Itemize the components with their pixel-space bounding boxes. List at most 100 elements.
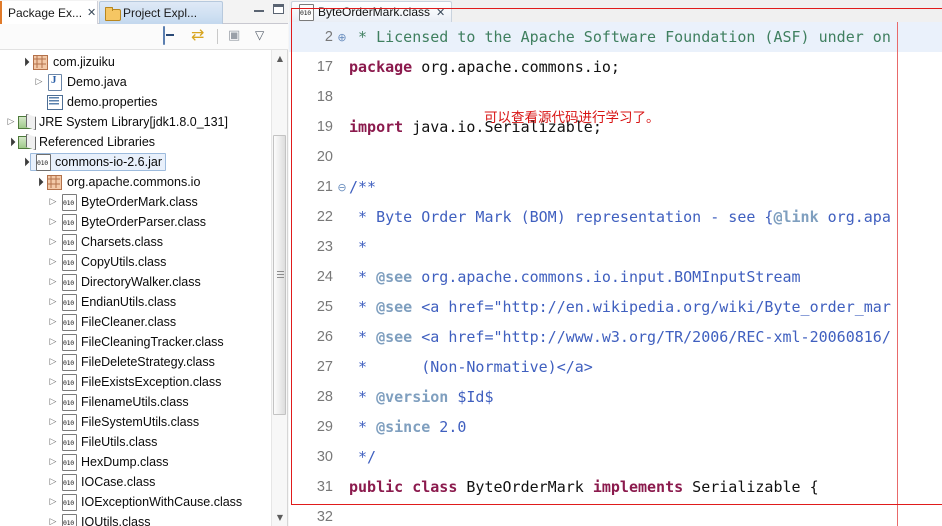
code-line[interactable]: 25 * @see <a href="http://en.wikipedia.o… <box>289 292 942 322</box>
code-line[interactable]: 17 package org.apache.commons.io; <box>289 52 942 82</box>
tree-item-label: DirectoryWalker.class <box>81 275 201 289</box>
line-number: 23 <box>316 239 333 255</box>
tab-project-explorer[interactable]: Project Expl... <box>99 1 223 24</box>
expand-arrow-open-icon[interactable] <box>32 178 46 186</box>
expand-arrow-closed-icon[interactable] <box>46 198 60 207</box>
expand-arrow-closed-icon[interactable] <box>46 238 60 247</box>
code-line[interactable]: 29 * @since 2.0 <box>289 412 942 442</box>
code-line[interactable]: 21 ⊖/** <box>289 172 942 202</box>
tree-item-content: FileSystemUtils.class <box>60 414 199 431</box>
tree-item[interactable]: DirectoryWalker.class <box>0 272 272 292</box>
tree-item[interactable]: Referenced Libraries <box>0 132 272 152</box>
link-with-editor-button[interactable] <box>190 25 209 46</box>
expand-arrow-closed-icon[interactable] <box>46 318 60 327</box>
code-line[interactable]: 32 <box>289 502 942 526</box>
tree-item[interactable]: ByteOrderParser.class <box>0 212 272 232</box>
tree-item[interactable]: FileCleaner.class <box>0 312 272 332</box>
tree-item[interactable]: JRE System Library [jdk1.8.0_131] <box>0 112 272 132</box>
tree-item-content: Charsets.class <box>60 234 163 251</box>
tree-item-label: EndianUtils.class <box>81 295 177 309</box>
expand-arrow-closed-icon[interactable] <box>46 458 60 467</box>
tree-item[interactable]: IOExceptionWithCause.class <box>0 492 272 512</box>
expand-arrow-closed-icon[interactable] <box>46 358 60 367</box>
chevron-down-icon[interactable] <box>253 27 272 46</box>
fold-collapse-icon[interactable]: ⊖ <box>335 181 349 194</box>
class-file-icon <box>60 374 77 391</box>
tree-item[interactable]: FileUtils.class <box>0 432 272 452</box>
expand-arrow-closed-icon[interactable] <box>46 338 60 347</box>
tab-package-explorer[interactable]: Package Ex... ✕ <box>0 1 98 24</box>
tree-item[interactable]: Charsets.class <box>0 232 272 252</box>
expand-arrow-closed-icon[interactable] <box>46 298 60 307</box>
maximize-icon[interactable] <box>273 4 284 14</box>
tree-item[interactable]: FileExistsException.class <box>0 372 272 392</box>
tree-item-label: FilenameUtils.class <box>81 395 189 409</box>
code-line[interactable]: 24 * @see org.apache.commons.io.input.BO… <box>289 262 942 292</box>
code-line[interactable]: 20 <box>289 142 942 172</box>
editor-tab-label: ByteOrderMark.class <box>318 5 431 19</box>
tree-item[interactable]: EndianUtils.class <box>0 292 272 312</box>
expand-arrow-open-icon[interactable] <box>18 58 32 66</box>
code-line[interactable]: 28 * @version $Id$ <box>289 382 942 412</box>
tree-item[interactable]: FilenameUtils.class <box>0 392 272 412</box>
close-icon[interactable]: ✕ <box>436 6 445 19</box>
code-token: public class <box>349 478 458 496</box>
code-line[interactable]: 31 public class ByteOrderMark implements … <box>289 472 942 502</box>
scroll-up-arrow-icon[interactable]: ▲ <box>272 50 288 67</box>
fold-expand-icon[interactable]: ⊕ <box>335 31 349 44</box>
expand-arrow-closed-icon[interactable] <box>46 498 60 507</box>
tree-item[interactable]: CopyUtils.class <box>0 252 272 272</box>
tree-item[interactable]: FileDeleteStrategy.class <box>0 352 272 372</box>
code-line[interactable]: 30 */ <box>289 442 942 472</box>
tree-item-content: org.apache.commons.io <box>46 174 200 190</box>
tree-item[interactable]: org.apache.commons.io <box>0 172 272 192</box>
tree-item[interactable]: Demo.java <box>0 72 272 92</box>
code-line[interactable]: 2 ⊕ * Licensed to the Apache Software Fou… <box>289 22 942 52</box>
expand-arrow-closed-icon[interactable] <box>46 478 60 487</box>
expand-arrow-closed-icon[interactable] <box>32 78 46 87</box>
expand-arrow-closed-icon[interactable] <box>4 118 18 127</box>
collapse-all-button[interactable] <box>163 26 182 46</box>
code-editor[interactable]: 2 ⊕ * Licensed to the Apache Software Fou… <box>289 22 942 526</box>
minimize-icon[interactable] <box>254 5 264 13</box>
scrollbar-thumb[interactable] <box>273 135 286 415</box>
tree-item[interactable]: FileCleaningTracker.class <box>0 332 272 352</box>
code-line[interactable]: 23 * <box>289 232 942 262</box>
expand-arrow-closed-icon[interactable] <box>46 278 60 287</box>
code-token: <a href="http://www.w3.org/TR/2006/REC-x… <box>412 328 891 346</box>
code-line[interactable]: 26 * @see <a href="http://www.w3.org/TR/… <box>289 322 942 352</box>
tree-item[interactable]: FileSystemUtils.class <box>0 412 272 432</box>
code-line[interactable]: 22 * Byte Order Mark (BOM) representatio… <box>289 202 942 232</box>
library-icon <box>18 134 35 150</box>
package-icon <box>32 54 49 70</box>
expand-arrow-closed-icon[interactable] <box>46 258 60 267</box>
close-icon[interactable]: ✕ <box>87 6 96 19</box>
project-tree[interactable]: com.jizuiku Demo.java demo.properties JRE S… <box>0 50 272 526</box>
expand-arrow-closed-icon[interactable] <box>46 218 60 227</box>
view-menu-button[interactable] <box>226 27 245 46</box>
expand-arrow-closed-icon[interactable] <box>46 378 60 387</box>
expand-arrow-closed-icon[interactable] <box>46 438 60 447</box>
class-file-icon <box>60 474 77 491</box>
tree-item[interactable]: com.jizuiku <box>0 52 272 72</box>
code-line[interactable]: 27 * (Non-Normative)</a> <box>289 352 942 382</box>
expand-arrow-open-icon[interactable] <box>4 138 18 146</box>
tree-item[interactable]: ByteOrderMark.class <box>0 192 272 212</box>
tree-item[interactable]: demo.properties <box>0 92 272 112</box>
scroll-down-arrow-icon[interactable]: ▼ <box>272 509 288 526</box>
expand-arrow-closed-icon[interactable] <box>46 418 60 427</box>
expand-arrow-closed-icon[interactable] <box>46 518 60 526</box>
expand-arrow-closed-icon[interactable] <box>46 398 60 407</box>
tree-item[interactable]: HexDump.class <box>0 452 272 472</box>
class-file-icon <box>60 274 77 291</box>
project-tree-scrollbar[interactable]: ▲ ▼ <box>271 50 287 526</box>
tree-item[interactable]: commons-io-2.6.jar <box>0 152 272 172</box>
editor-tab-byteordermark[interactable]: ByteOrderMark.class ✕ <box>291 1 453 22</box>
code-text: */ <box>349 448 942 466</box>
line-number: 31 <box>316 479 333 495</box>
code-token: * <box>349 388 377 406</box>
tree-item[interactable]: IOUtils.class <box>0 512 272 526</box>
line-number: 24 <box>316 269 333 285</box>
class-file-icon <box>60 254 77 271</box>
tree-item[interactable]: IOCase.class <box>0 472 272 492</box>
